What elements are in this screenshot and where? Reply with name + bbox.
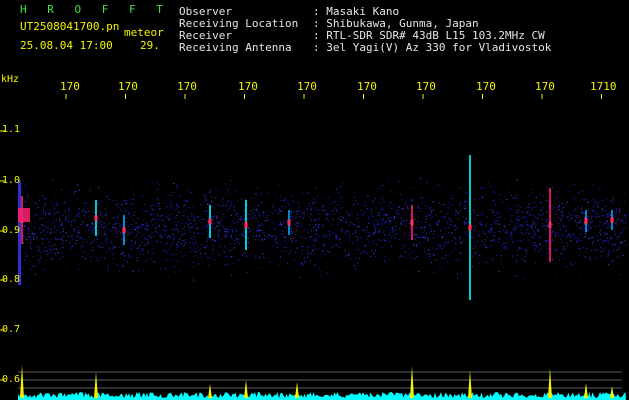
x-tick-label: 170 — [177, 80, 197, 93]
meteor-echo-blob — [18, 208, 30, 222]
spectrogram — [0, 94, 627, 400]
power-peak — [208, 384, 212, 398]
receiver-label: Receiver — [179, 29, 232, 42]
axis-unit: kHz — [1, 74, 20, 85]
observer-label: Observer — [179, 5, 232, 18]
power-peak — [20, 365, 24, 398]
x-tick-label: 170 — [238, 80, 258, 93]
datetime: 25.08.04 17:00 — [20, 39, 113, 52]
y-tick-label: 1.1 — [2, 124, 21, 135]
meteor-count: 29. — [140, 39, 160, 52]
power-peak — [410, 366, 414, 398]
filename: UT2508041700.pn — [20, 20, 120, 33]
x-tick-label: 170 — [476, 80, 496, 93]
y-tick-label: 0.8 — [2, 274, 21, 285]
y-tick-label: 1.0 — [2, 175, 21, 186]
location-label: Receiving Location — [179, 17, 299, 30]
x-tick-label: 170 — [357, 80, 377, 93]
power-peak — [468, 370, 472, 398]
y-tick-label: 0.7 — [2, 324, 21, 335]
x-tick-label: 170 — [118, 80, 138, 93]
x-tick-label: 170 — [297, 80, 317, 93]
power-peak — [94, 372, 98, 398]
location-value: : Shibukawa, Gunma, Japan — [313, 17, 479, 30]
meteor-tag: meteor — [124, 26, 164, 39]
x-tick-label: 170 — [416, 80, 436, 93]
power-peak — [584, 383, 588, 398]
x-tick-label: 170 — [60, 80, 80, 93]
x-tick-label: 1710 — [590, 80, 617, 93]
power-trace — [18, 392, 626, 400]
software-title: H R O F F T — [20, 3, 170, 16]
antenna-value: : 3el Yagi(V) Az 330 for Vladivostok — [313, 41, 552, 54]
power-peak — [548, 368, 552, 398]
observer-value: : Masaki Kano — [313, 5, 400, 18]
antenna-label: Receiving Antenna — [179, 41, 292, 54]
power-peak — [295, 382, 299, 398]
power-peak — [244, 380, 248, 398]
x-tick-label: 170 — [535, 80, 555, 93]
receiver-value: : RTL-SDR SDR# 43dB L15 103.2MHz CW — [313, 29, 545, 42]
y-tick-label: 0.9 — [2, 225, 21, 236]
y-tick-label: 0.6 — [2, 374, 21, 385]
